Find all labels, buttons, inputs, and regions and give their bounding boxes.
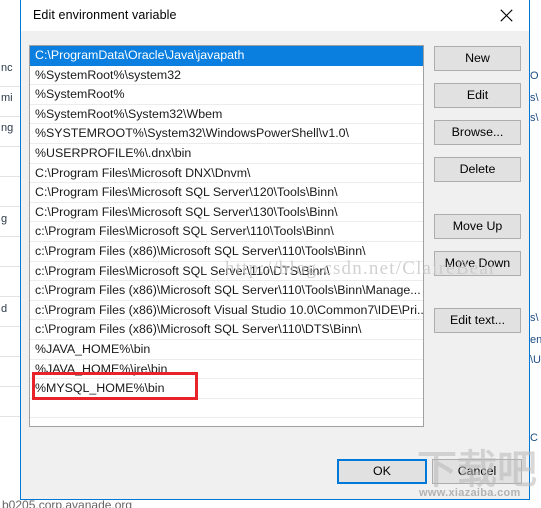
background-left-strip [0, 0, 21, 508]
background-divider [0, 416, 21, 417]
background-divider [0, 236, 21, 237]
new-button[interactable]: New [434, 46, 521, 71]
background-text-fragment: s\ [530, 312, 539, 324]
dialog-title: Edit environment variable [33, 8, 177, 22]
list-item[interactable]: C:\ProgramData\Oracle\Java\javapath [30, 46, 423, 66]
list-item[interactable]: c:\Program Files (x86)\Microsoft SQL Ser… [30, 281, 423, 301]
list-item[interactable]: %SystemRoot% [30, 85, 423, 105]
list-item[interactable]: C:\Program Files\Microsoft SQL Server\12… [30, 183, 423, 203]
background-text-fragment: d [1, 303, 8, 315]
background-text-fragment: nc [1, 62, 13, 74]
edit-button[interactable]: Edit [434, 83, 521, 108]
background-divider [0, 296, 21, 297]
ok-button[interactable]: OK [337, 459, 427, 484]
list-item[interactable]: %SYSTEMROOT%\System32\WindowsPowerShell\… [30, 124, 423, 144]
list-item[interactable]: c:\Program Files (x86)\Microsoft SQL Ser… [30, 320, 423, 340]
background-text-fragment: \U [530, 354, 541, 366]
cancel-button[interactable]: Cancel [432, 459, 522, 484]
list-item[interactable]: c:\Program Files\Microsoft SQL Server\11… [30, 262, 423, 282]
delete-button[interactable]: Delete [434, 157, 521, 182]
background-divider [0, 266, 21, 267]
edit-text-button[interactable]: Edit text... [434, 308, 521, 333]
background-text-fragment: O [530, 70, 539, 82]
list-item[interactable]: C:\Program Files\Microsoft SQL Server\13… [30, 203, 423, 223]
dialog-titlebar: Edit environment variable [21, 0, 529, 32]
background-divider [0, 356, 21, 357]
move-down-button[interactable]: Move Down [434, 251, 521, 276]
path-entries-listbox[interactable]: C:\ProgramData\Oracle\Java\javapath %Sys… [29, 45, 424, 427]
browse-button[interactable]: Browse... [434, 120, 521, 145]
background-text-fragment: en [530, 334, 541, 346]
list-item-empty[interactable] [30, 418, 423, 426]
list-item[interactable]: %JAVA_HOME%\bin [30, 340, 423, 360]
list-item[interactable]: %SystemRoot%\System32\Wbem [30, 105, 423, 125]
background-divider [0, 86, 21, 87]
list-item[interactable]: c:\Program Files (x86)\Microsoft Visual … [30, 301, 423, 321]
background-text-fragment: g [1, 213, 8, 225]
background-divider [0, 146, 21, 147]
background-text-fragment: mi [1, 92, 13, 104]
edit-environment-variable-dialog: Edit environment variable C:\ProgramData… [20, 0, 530, 500]
list-item[interactable]: c:\Program Files (x86)\Microsoft SQL Ser… [30, 242, 423, 262]
list-item[interactable]: C:\Program Files\Microsoft DNX\Dnvm\ [30, 164, 423, 184]
background-divider [0, 116, 21, 117]
background-divider [0, 386, 21, 387]
list-item[interactable]: %MYSQL_HOME%\bin [30, 379, 423, 399]
background-divider [0, 176, 21, 177]
background-text-fragment: s\ [530, 112, 539, 124]
background-text-fragment: s\ [530, 92, 539, 104]
close-icon[interactable] [484, 0, 529, 30]
screenshot-root: nc mi ng g d O s\ s\ s\ en \U C b0205.co… [0, 0, 541, 508]
move-up-button[interactable]: Move Up [434, 214, 521, 239]
background-text-fragment: ng [1, 122, 14, 134]
background-text-fragment: C [530, 432, 538, 444]
list-item[interactable]: c:\Program Files\Microsoft SQL Server\11… [30, 222, 423, 242]
list-item[interactable]: %USERPROFILE%\.dnx\bin [30, 144, 423, 164]
list-item[interactable]: %SystemRoot%\system32 [30, 66, 423, 86]
list-item-empty[interactable] [30, 399, 423, 419]
list-item[interactable]: %JAVA_HOME%\jre\bin [30, 360, 423, 380]
background-divider [0, 326, 21, 327]
background-divider [0, 206, 21, 207]
